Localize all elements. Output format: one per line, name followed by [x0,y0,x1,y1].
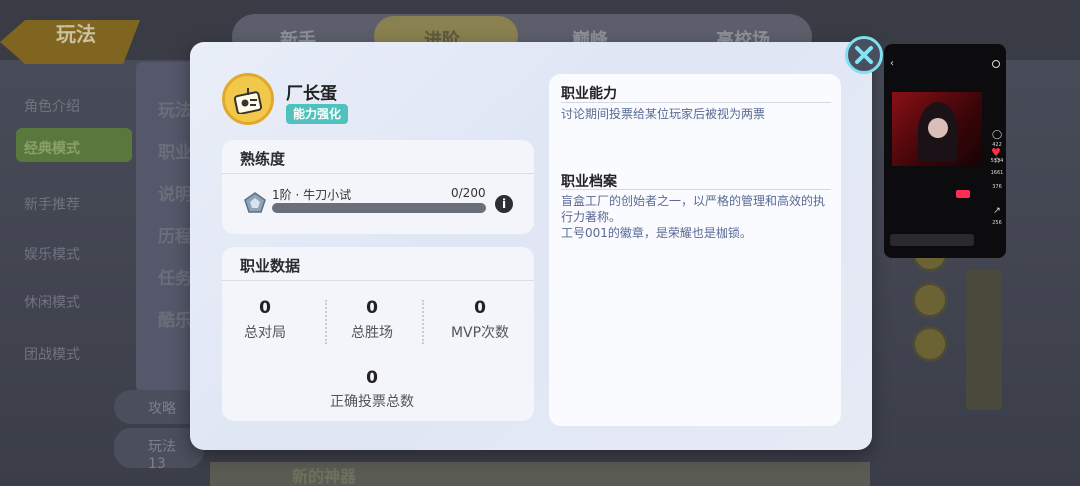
role-tag-badge: 能力强化 [286,104,349,124]
stat-value: 0 [474,298,486,318]
comment-input[interactable] [890,234,974,246]
guide-label: 攻略 [148,401,176,417]
stat-label: MVP次数 [450,325,510,341]
proficiency-progress-bar [272,203,486,213]
coin-icon [912,282,948,318]
comment-icon[interactable]: ◯ [990,130,1004,140]
favorite-icon[interactable]: ☆ [990,156,1004,166]
archive-text-1: 盲盒工厂的创始者之一，以严格的管理和高效的执行力著称。 [561,194,826,224]
role-name: 厂长蛋 [286,84,337,104]
ability-divider [561,102,831,103]
archive-title: 职业档案 [561,174,617,190]
side-strip [966,270,1002,410]
mode-count: 13 [148,456,166,472]
floating-video-window[interactable]: ‹ ♥ 5334 ◯ 422 ☆ 1661 376 ↗ 256 [884,44,1006,258]
mode-label: 玩法 [148,439,176,455]
proficiency-title: 熟练度 [222,140,534,174]
stats-title: 职业数据 [222,247,534,281]
sidebar-item[interactable]: 新手推荐 [24,194,80,214]
search-icon[interactable] [992,60,1000,68]
video-face [928,118,948,138]
ability-text: 讨论期间投票给某位玩家后被视为两票 [561,107,766,121]
panel-item[interactable]: 历程 [158,222,192,247]
proficiency-card: 熟练度 [222,140,534,234]
comment-count: 422 [992,142,1002,148]
info-icon[interactable]: i [495,195,513,213]
stat-value: 0 [259,298,271,318]
repost-count: 256 [992,220,1002,226]
level-label: 1阶 · 牛刀小试 [272,188,352,202]
share-count: 376 [992,184,1002,190]
sidebar-item[interactable]: 角色介绍 [24,96,80,116]
archive-divider [561,189,831,190]
stat-value: 0 [366,368,378,388]
bottom-banner-text: 新的神器 [292,467,357,486]
sidebar-item[interactable]: 经典模式 [24,138,80,158]
stat-label: 正确投票总数 [330,394,414,410]
ability-title: 职业能力 [561,86,617,102]
panel-item[interactable]: 酷乐 [158,306,192,331]
stat-label: 总胜场 [351,325,393,341]
sidebar-item[interactable]: 休闲模式 [24,292,80,312]
archive-text-2: 工号001的徽章，是荣耀也是枷锁。 [561,226,752,240]
close-button[interactable] [845,36,883,74]
panel-item[interactable]: 玩法 [158,96,192,121]
sidebar-item[interactable]: 团战模式 [24,344,80,364]
panel-item[interactable]: 任务 [158,264,192,289]
close-icon [855,46,873,64]
back-icon[interactable]: ‹ [890,58,894,69]
back-label: 玩法 [56,22,96,46]
stat-label: 总对局 [244,325,286,341]
panel-item[interactable]: 说明 [158,180,192,205]
pentagon-rank-icon [244,192,266,213]
role-avatar [222,73,274,125]
sidebar-item[interactable]: 娱乐模式 [24,244,80,264]
coin-icon [912,326,948,362]
panel-item[interactable]: 职业 [158,138,192,163]
favorite-count: 1661 [990,170,1004,176]
level-value: 0/200 [451,186,486,200]
role-info-card [549,74,841,426]
share-icon[interactable]: ↗ [990,206,1004,216]
stat-value: 0 [366,298,378,318]
id-badge-icon [234,88,263,114]
follow-button[interactable] [956,190,970,198]
